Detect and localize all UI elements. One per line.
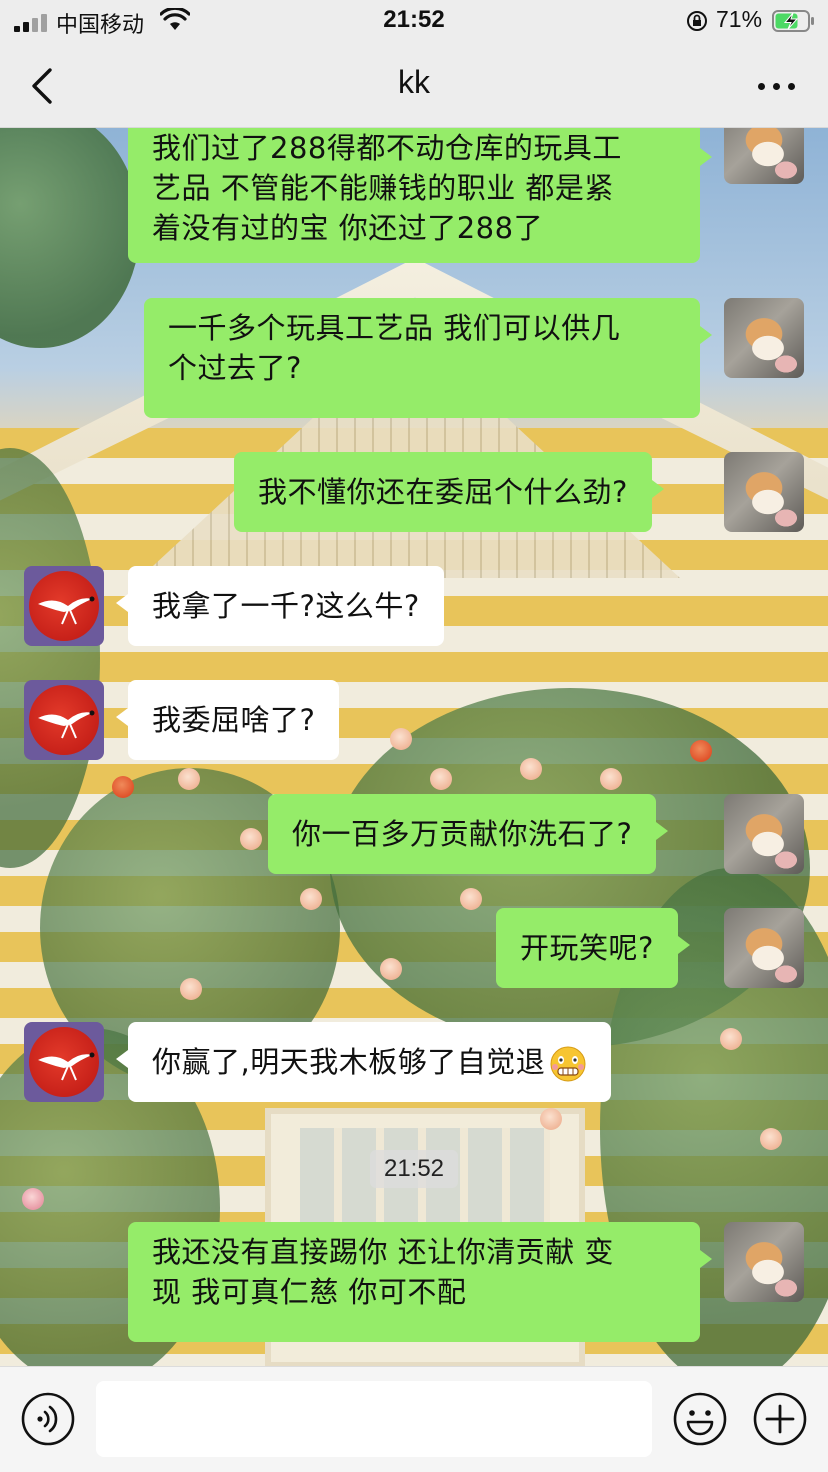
message-line: 我委屈啥了? [152,703,316,737]
avatar-me[interactable] [724,298,804,378]
crane-icon [38,1052,95,1081]
voice-icon[interactable] [20,1391,76,1447]
message-line: 我拿了一千?这么牛? [152,589,420,623]
message-bubble-incoming[interactable]: 我委屈啥了? [115,680,340,760]
avatar-contact[interactable] [24,680,104,760]
avatar-me[interactable] [724,128,804,184]
avatar-me[interactable] [724,794,804,874]
message-line: 我还没有直接踢你 还让你清贡献 变 [152,1235,614,1269]
message-bubble-outgoing[interactable]: 我们过了288得都不动仓库的玩具工 艺品 不管能不能赚钱的职业 都是紧 着没有过… [128,128,712,263]
message-line: 个过去了? [168,351,302,385]
status-bar: 中国移动 21:52 71% [0,0,828,44]
message-line: 现 我可真仁慈 你可不配 [152,1275,467,1309]
message-line: 你赢了,明天我木板够了自觉退 [152,1045,546,1079]
chat-header: kk [0,44,828,128]
message-bubble-incoming[interactable]: 我拿了一千?这么牛? [116,566,444,646]
message-line: 着没有过的宝 你还过了288了 [152,211,544,245]
orientation-lock-icon [687,11,707,31]
message-bubble-outgoing[interactable]: 你一百多万贡献你洗石了? [268,794,669,874]
message-list[interactable]: 我们过了288得都不动仓库的玩具工 艺品 不管能不能赚钱的职业 都是紧 着没有过… [0,128,828,1366]
avatar-contact[interactable] [24,1022,104,1102]
avatar-contact[interactable] [24,566,104,646]
message-line: 你一百多万贡献你洗石了? [292,817,633,851]
battery-charging-icon [772,10,814,32]
message-line: 艺品 不管能不能赚钱的职业 都是紧 [152,171,614,205]
emoji-icon[interactable] [672,1391,728,1447]
message-bubble-outgoing[interactable]: 一千多个玩具工艺品 我们可以供几 个过去了? [144,298,712,418]
message-bubble-outgoing[interactable]: 我还没有直接踢你 还让你清贡献 变 现 我可真仁慈 你可不配 [128,1222,712,1342]
avatar-me[interactable] [724,1222,804,1302]
battery-percent: 71% [716,6,763,32]
more-dots-icon[interactable] [752,68,800,104]
timestamp-divider: 21:52 [370,1150,458,1188]
message-input[interactable] [96,1381,652,1457]
plus-icon[interactable] [752,1391,808,1447]
message-line: 一千多个玩具工艺品 我们可以供几 [168,311,621,345]
chat-title: kk [398,64,430,100]
message-line: 开玩笑呢? [520,931,654,965]
grimacing-sweat-emoji [550,1046,586,1082]
message-line: 我们过了288得都不动仓库的玩具工 [152,131,622,165]
avatar-me[interactable] [724,908,804,988]
input-bar [0,1366,828,1472]
message-bubble-outgoing[interactable]: 我不懂你还在委屈个什么劲? [234,452,664,532]
avatar-me[interactable] [724,452,804,532]
message-bubble-outgoing[interactable]: 开玩笑呢? [496,908,690,988]
message-line: 我不懂你还在委屈个什么劲? [258,475,628,509]
crane-icon [38,596,95,625]
message-bubble-incoming[interactable]: 你赢了,明天我木板够了自觉退 [115,1022,612,1102]
crane-icon [38,710,95,739]
